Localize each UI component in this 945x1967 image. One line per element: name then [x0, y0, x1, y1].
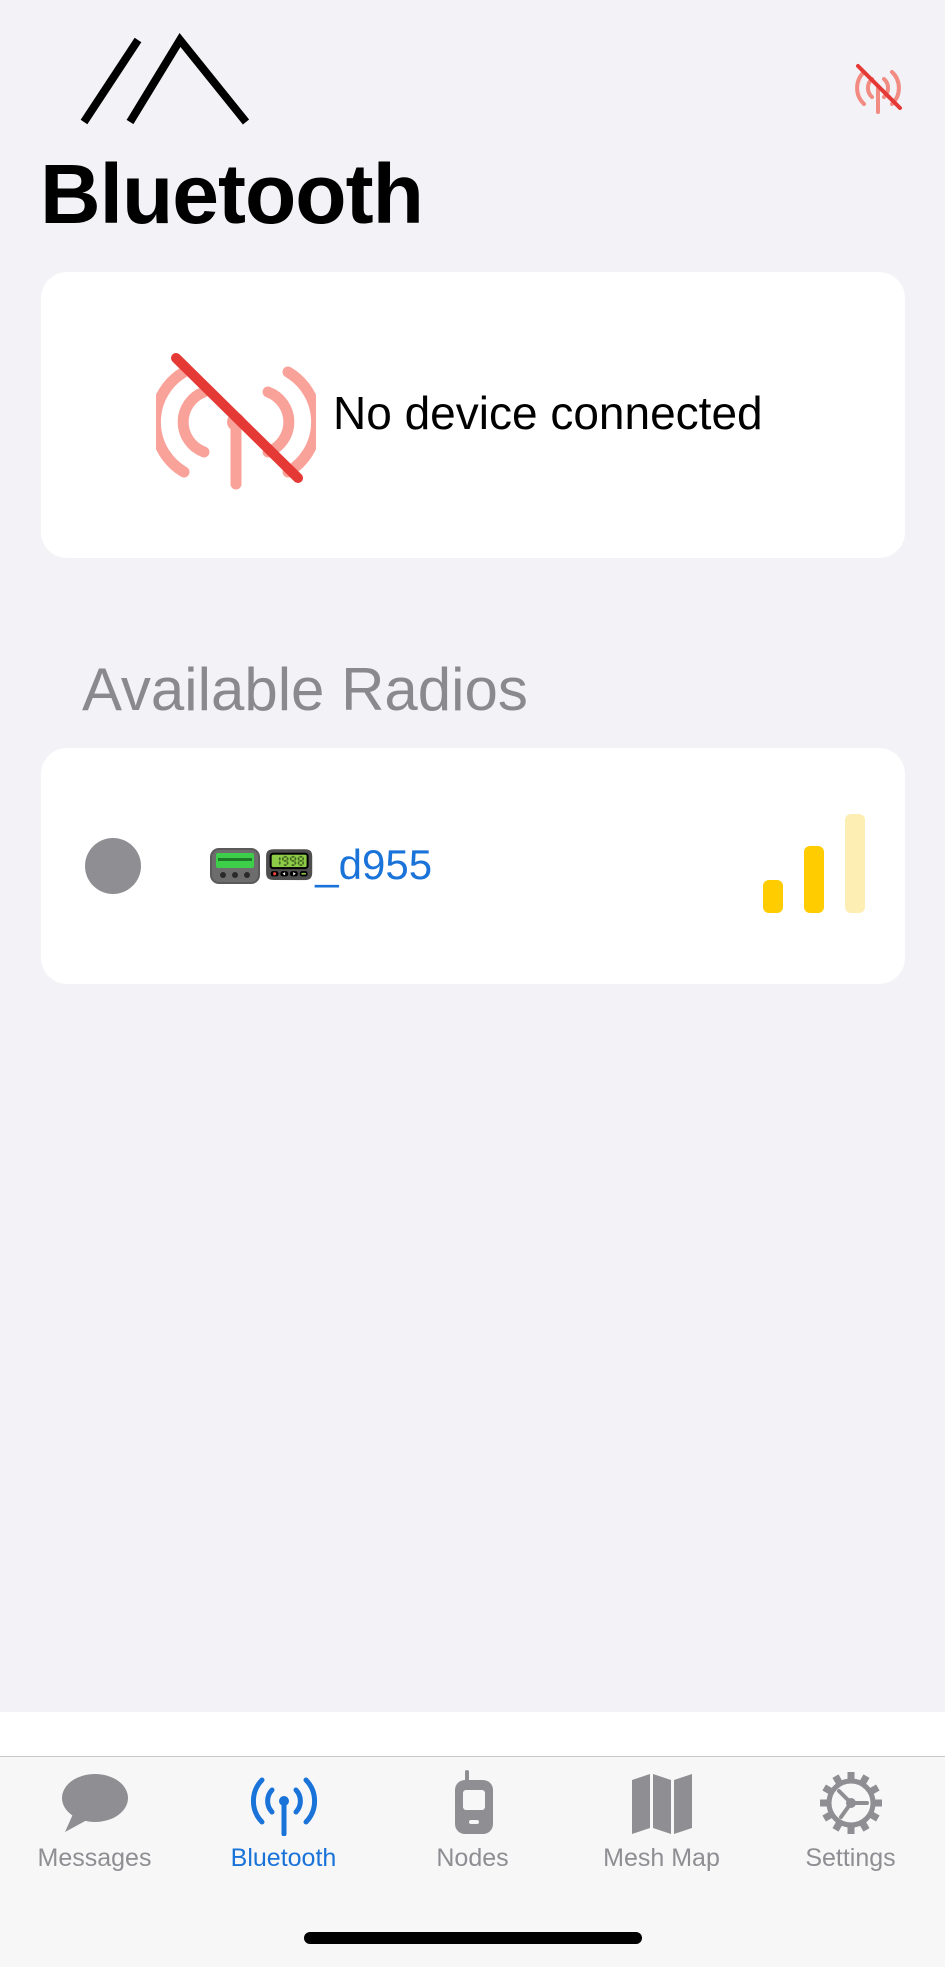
tab-bar-top-strip	[0, 1712, 945, 1757]
tab-settings[interactable]: Settings	[756, 1770, 945, 1890]
radio-name: 📟_d955	[263, 841, 433, 888]
antenna-icon	[250, 1777, 317, 1836]
tab-mesh-map[interactable]: Mesh Map	[567, 1770, 756, 1890]
pager-icon	[210, 848, 260, 884]
signal-bar-2	[804, 846, 824, 913]
gear-icon	[819, 1772, 882, 1834]
tab-label: Messages	[37, 1844, 152, 1872]
home-indicator	[304, 1932, 642, 1944]
map-icon	[631, 1774, 692, 1834]
tab-bluetooth[interactable]: Bluetooth	[189, 1770, 378, 1890]
connection-status-card: No device connected	[41, 272, 905, 558]
tab-label: Bluetooth	[230, 1844, 337, 1872]
meshtastic-logo-icon	[80, 33, 250, 125]
available-radios-header: Available Radios	[82, 656, 528, 723]
tab-label: Mesh Map	[603, 1844, 720, 1872]
tab-label: Nodes	[436, 1844, 509, 1872]
antenna-disconnected-icon	[156, 353, 316, 490]
tab-messages[interactable]: Messages	[0, 1770, 189, 1890]
signal-bar-3	[845, 814, 865, 913]
bluetooth-screen: Bluetooth No device connected Available …	[0, 0, 945, 1967]
page-title: Bluetooth	[40, 147, 424, 241]
signal-bar-1	[763, 880, 783, 913]
connection-status-text: No device connected	[333, 387, 763, 439]
antenna-disconnected-icon[interactable]	[850, 62, 906, 114]
tab-label: Settings	[805, 1844, 896, 1872]
speech-bubble-icon	[61, 1774, 128, 1832]
radio-list-item[interactable]: 📟_d955	[41, 748, 905, 984]
flip-phone-icon	[454, 1770, 493, 1834]
signal-strength-icon	[763, 814, 865, 913]
radio-status-dot	[85, 838, 141, 894]
tab-bar: Messages Bluetooth Nodes Mesh Map Settin…	[0, 1712, 945, 1967]
tab-nodes[interactable]: Nodes	[378, 1770, 567, 1890]
